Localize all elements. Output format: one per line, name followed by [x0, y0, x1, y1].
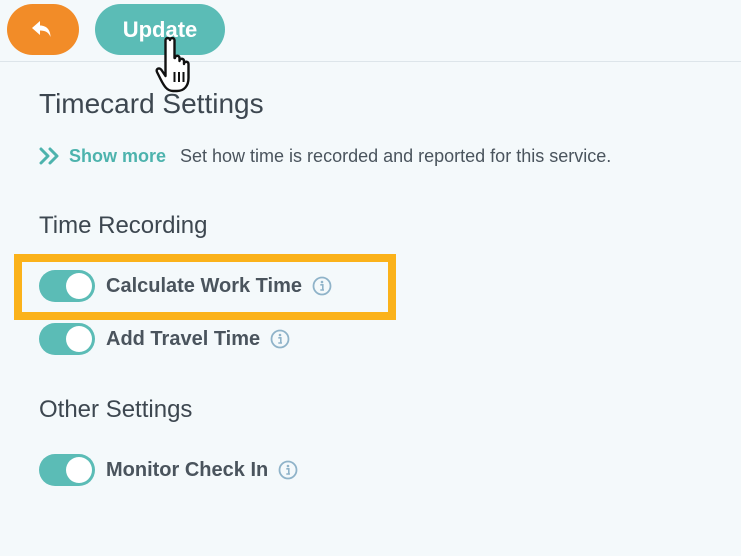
page-description: Set how time is recorded and reported fo… — [180, 145, 612, 166]
toggle-knob — [66, 326, 92, 352]
info-icon[interactable] — [270, 329, 290, 349]
description-row: Show more Set how time is recorded and r… — [39, 143, 611, 169]
page-title: Timecard Settings — [39, 88, 264, 119]
monitor-check-in-label: Monitor Check In — [106, 458, 269, 481]
info-icon[interactable] — [312, 276, 332, 296]
section-title-other-settings: Other Settings — [39, 396, 193, 423]
section-title-time-recording: Time Recording — [39, 212, 208, 239]
info-icon[interactable] — [278, 460, 298, 480]
calculate-work-time-label: Calculate Work Time — [106, 274, 302, 297]
add-travel-time-toggle[interactable] — [39, 323, 95, 355]
undo-arrow-icon — [32, 20, 51, 37]
double-chevron-right-icon — [39, 147, 59, 165]
setting-row-add-travel-time: Add Travel Time — [39, 323, 290, 355]
calculate-work-time-toggle[interactable] — [39, 270, 95, 302]
toggle-knob — [66, 273, 92, 299]
setting-row-monitor-check-in: Monitor Check In — [39, 454, 298, 486]
setting-row-calculate-work-time: Calculate Work Time — [39, 270, 332, 302]
back-button[interactable] — [7, 4, 79, 55]
show-more-link[interactable]: Show more — [39, 146, 166, 167]
top-toolbar: Update — [0, 0, 741, 62]
add-travel-time-label: Add Travel Time — [106, 327, 261, 350]
monitor-check-in-toggle[interactable] — [39, 454, 95, 486]
show-more-label[interactable]: Show more — [69, 146, 166, 167]
toggle-knob — [66, 457, 92, 483]
hand-pointer-cursor-icon — [155, 36, 190, 93]
